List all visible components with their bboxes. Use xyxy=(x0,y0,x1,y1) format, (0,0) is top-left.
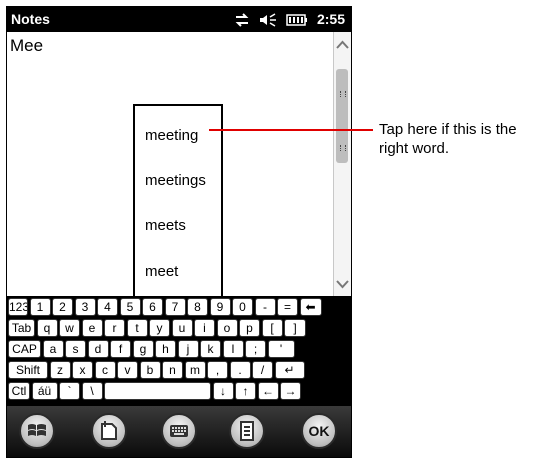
key-right-bracket[interactable]: ] xyxy=(284,319,306,337)
key-slash[interactable]: / xyxy=(252,361,273,379)
key-backslash[interactable]: \ xyxy=(81,382,103,400)
note-editor[interactable]: Mee meeting meetings meets meet xyxy=(7,32,351,296)
new-note-icon xyxy=(99,420,119,442)
scrollbar[interactable] xyxy=(333,32,351,296)
ok-label: OK xyxy=(308,423,330,439)
clock[interactable]: 2:55 xyxy=(317,7,345,32)
key-j[interactable]: j xyxy=(177,340,199,358)
key-equals[interactable]: = xyxy=(277,298,298,316)
app-title: Notes xyxy=(11,11,50,27)
key-t[interactable]: t xyxy=(126,319,148,337)
key-2[interactable]: 2 xyxy=(52,298,73,316)
start-button[interactable] xyxy=(19,413,55,449)
windows-start-icon xyxy=(26,421,48,441)
ok-button[interactable]: OK xyxy=(301,413,337,449)
grip-icon xyxy=(340,145,346,151)
speaker-icon[interactable] xyxy=(259,12,277,27)
key-l[interactable]: l xyxy=(222,340,244,358)
key-e[interactable]: e xyxy=(81,319,103,337)
key-s[interactable]: s xyxy=(65,340,86,358)
key-3[interactable]: 3 xyxy=(74,298,96,316)
key-z[interactable]: z xyxy=(49,361,71,379)
keyboard-toggle-button[interactable] xyxy=(161,413,197,449)
key-backtick[interactable]: ` xyxy=(59,382,80,400)
key-quote[interactable]: ' xyxy=(267,340,295,358)
key-c[interactable]: c xyxy=(94,361,116,379)
suggestion-item[interactable]: meets xyxy=(135,217,221,234)
key-u[interactable]: u xyxy=(171,319,193,337)
key-semicolon[interactable]: ; xyxy=(245,340,266,358)
key-down[interactable]: ↓ xyxy=(212,382,234,400)
key-space[interactable] xyxy=(104,382,211,400)
key-g[interactable]: g xyxy=(132,340,154,358)
key-5[interactable]: 5 xyxy=(119,298,141,316)
key-comma[interactable]: , xyxy=(207,361,228,379)
callout-line xyxy=(209,129,373,131)
scrollbar-thumb[interactable] xyxy=(336,69,348,163)
key-4[interactable]: 4 xyxy=(97,298,118,316)
key-a[interactable]: a xyxy=(42,340,64,358)
callout-text: Tap here if this is the right word. xyxy=(379,121,517,157)
key-w[interactable]: w xyxy=(59,319,80,337)
status-bar: Notes 2:55 xyxy=(7,7,351,32)
key-n[interactable]: n xyxy=(162,361,183,379)
new-note-button[interactable] xyxy=(91,413,127,449)
key-left-bracket[interactable]: [ xyxy=(261,319,283,337)
key-0[interactable]: 0 xyxy=(232,298,253,316)
key-minus[interactable]: - xyxy=(254,298,276,316)
key-shift[interactable]: Shift xyxy=(8,361,48,379)
key-q[interactable]: q xyxy=(36,319,58,337)
key-f[interactable]: f xyxy=(110,340,131,358)
key-up[interactable]: ↑ xyxy=(235,382,256,400)
key-cap[interactable]: CAP xyxy=(8,340,41,358)
key-ctl[interactable]: Ctl xyxy=(8,382,30,400)
on-screen-keyboard: 123 1 2 3 4 5 6 7 8 9 0- = ⬅ Tab q w e r t y u i o p[] CAP a s d f g h… xyxy=(7,296,351,406)
softkey-bar: OK xyxy=(7,406,351,457)
connectivity-icon[interactable] xyxy=(234,12,250,27)
scroll-up-icon[interactable] xyxy=(335,38,350,52)
key-8[interactable]: 8 xyxy=(187,298,208,316)
suggestion-item[interactable]: meet xyxy=(135,263,221,280)
scroll-down-icon[interactable] xyxy=(335,277,350,291)
key-6[interactable]: 6 xyxy=(142,298,163,316)
key-y[interactable]: y xyxy=(149,319,170,337)
menu-button[interactable] xyxy=(229,413,265,449)
key-backspace[interactable]: ⬅ xyxy=(299,298,322,316)
key-left[interactable]: ← xyxy=(257,382,279,400)
key-enter[interactable]: ↵ xyxy=(274,361,305,379)
status-icons: 2:55 xyxy=(234,7,345,32)
key-b[interactable]: b xyxy=(139,361,161,379)
key-7[interactable]: 7 xyxy=(164,298,186,316)
key-k[interactable]: k xyxy=(200,340,221,358)
suggestion-item[interactable]: meetings xyxy=(135,172,221,189)
key-r[interactable]: r xyxy=(104,319,125,337)
grip-icon xyxy=(340,91,346,97)
keyboard-icon xyxy=(169,424,189,438)
key-p[interactable]: p xyxy=(239,319,260,337)
key-tab[interactable]: Tab xyxy=(8,319,35,337)
key-period[interactable]: . xyxy=(229,361,251,379)
key-o[interactable]: o xyxy=(216,319,238,337)
key-m[interactable]: m xyxy=(184,361,206,379)
device-screen: Notes 2:55 Mee meeting meetings meets me… xyxy=(6,6,352,458)
key-1[interactable]: 1 xyxy=(29,298,51,316)
key-123[interactable]: 123 xyxy=(8,298,28,316)
key-9[interactable]: 9 xyxy=(209,298,231,316)
key-d[interactable]: d xyxy=(87,340,109,358)
battery-icon[interactable] xyxy=(286,13,308,26)
key-v[interactable]: v xyxy=(117,361,138,379)
key-right[interactable]: → xyxy=(280,382,301,400)
key-i[interactable]: i xyxy=(194,319,215,337)
note-text[interactable]: Mee xyxy=(10,36,43,56)
key-h[interactable]: h xyxy=(155,340,176,358)
key-x[interactable]: x xyxy=(72,361,93,379)
word-suggestion-list: meeting meetings meets meet xyxy=(133,104,223,296)
key-accents[interactable]: áü xyxy=(31,382,58,400)
menu-icon xyxy=(239,421,255,441)
